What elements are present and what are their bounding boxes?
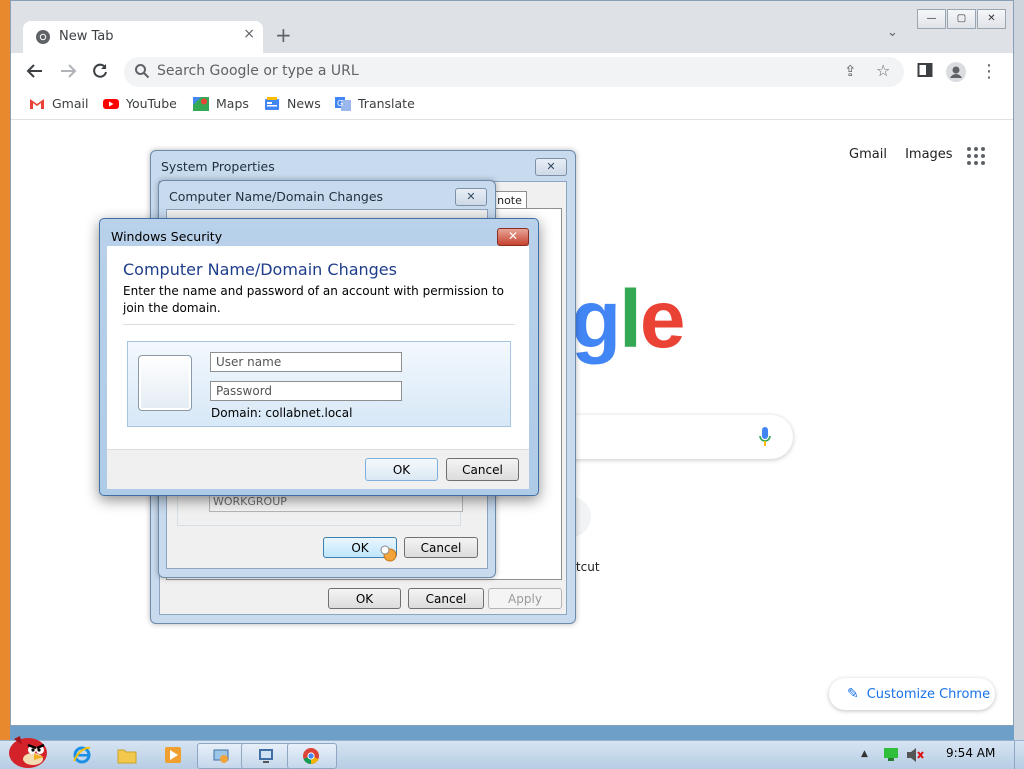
system-properties-ok-button[interactable]: OK — [328, 588, 401, 609]
ntp-header-links: Gmail Images — [849, 147, 967, 162]
search-icon — [135, 64, 150, 79]
bookmark-maps[interactable]: Maps — [193, 96, 249, 111]
customize-chrome-label: Customize Chrome — [866, 686, 991, 702]
taskbar: ▲ 9:54 AM — [0, 736, 1024, 769]
google-logo: gle — [571, 273, 686, 367]
divider — [123, 324, 515, 325]
omnibox-placeholder: Search Google or type a URL — [157, 63, 359, 79]
reload-icon[interactable] — [90, 62, 110, 82]
tab-search-icon[interactable]: ⌄ — [887, 25, 898, 40]
user-tile-icon — [138, 355, 192, 411]
windows-security-ok-button[interactable]: OK — [365, 458, 438, 481]
menu-kebab-icon[interactable]: ⋮ — [979, 62, 999, 82]
system-properties-cancel-button[interactable]: Cancel — [408, 588, 484, 609]
tab-new-tab[interactable]: New Tab × — [23, 21, 263, 53]
media-player-icon[interactable] — [164, 746, 182, 764]
tab-title: New Tab — [59, 29, 114, 44]
taskbar-windows-security[interactable] — [241, 743, 291, 769]
busy-cursor-icon — [380, 545, 397, 562]
tab-close-icon[interactable]: × — [243, 26, 255, 42]
back-arrow-icon[interactable] — [25, 62, 45, 82]
side-panel-icon[interactable] — [915, 62, 935, 82]
taskbar-clock[interactable]: 9:54 AM — [946, 746, 995, 760]
maximize-button[interactable]: ▢ — [947, 9, 976, 29]
tab-strip: New Tab × + ⌄ — ▢ ✕ — [11, 1, 1013, 53]
windows-security-close-button[interactable]: ✕ — [497, 228, 529, 246]
gmail-icon — [30, 98, 44, 109]
bookmark-label: Maps — [216, 96, 249, 111]
ntp-search-box[interactable] — [571, 415, 793, 459]
file-explorer-icon[interactable] — [117, 746, 137, 764]
system-properties-title: System Properties — [161, 159, 275, 174]
taskbar-system-properties[interactable] — [197, 743, 247, 769]
chrome-taskbar-icon — [303, 748, 319, 765]
name-changes-cancel-button[interactable]: Cancel — [404, 537, 478, 558]
monitor-icon — [259, 749, 273, 763]
bookmark-label: YouTube — [126, 96, 177, 111]
windows-security-cancel-button[interactable]: Cancel — [446, 458, 519, 481]
minimize-button[interactable]: — — [917, 9, 946, 29]
new-tab-button[interactable]: + — [275, 23, 292, 47]
profile-avatar-icon[interactable] — [946, 62, 966, 82]
system-properties-close-icon[interactable]: ✕ — [535, 158, 567, 176]
bookmark-label: Translate — [358, 96, 415, 111]
angry-bird-start-icon[interactable] — [4, 729, 50, 769]
images-link[interactable]: Images — [905, 147, 953, 162]
omnibox[interactable]: Search Google or type a URL ⇪ ☆ — [124, 57, 904, 87]
windows-security-dialog: Windows Security ✕ Computer Name/Domain … — [99, 218, 539, 496]
windows-security-body: Computer Name/Domain Changes Enter the n… — [107, 246, 529, 449]
share-icon[interactable]: ⇪ — [844, 62, 857, 80]
system-properties-icon — [213, 749, 229, 763]
customize-chrome-button[interactable]: ✎ Customize Chrome — [829, 678, 995, 710]
taskbar-chrome[interactable] — [287, 743, 337, 769]
forward-arrow-icon[interactable] — [58, 62, 78, 82]
microphone-icon[interactable] — [759, 427, 771, 447]
credential-tile: Domain: collabnet.local — [127, 341, 511, 427]
show-hidden-icons-icon[interactable]: ▲ — [861, 749, 868, 759]
bookmark-translate[interactable]: G Translate — [335, 96, 415, 111]
dialog-description: Enter the name and password of an accoun… — [123, 284, 504, 315]
chrome-icon — [36, 30, 50, 44]
internet-explorer-icon[interactable] — [72, 745, 92, 765]
system-properties-apply-button[interactable]: Apply — [488, 588, 562, 609]
pencil-icon: ✎ — [847, 686, 859, 702]
password-input[interactable] — [210, 381, 402, 401]
close-window-button[interactable]: ✕ — [977, 9, 1006, 29]
youtube-icon — [103, 98, 119, 109]
network-icon[interactable] — [884, 748, 898, 761]
bookmark-label: News — [287, 96, 321, 111]
logo-letter-g: g — [571, 274, 621, 365]
dialog-footer: OK Cancel — [107, 449, 529, 489]
browser-toolbar: Search Google or type a URL ⇪ ☆ ⋮ — [11, 53, 1013, 91]
desktop-background-right — [1014, 0, 1024, 740]
bookmarks-bar: Gmail YouTube Maps News G Translate — [11, 91, 1013, 120]
bookmark-star-icon[interactable]: ☆ — [876, 61, 890, 80]
show-desktop-button[interactable] — [1014, 741, 1024, 769]
name-changes-close-icon[interactable]: ✕ — [455, 188, 487, 206]
desktop-background-left — [0, 0, 10, 740]
dialog-heading: Computer Name/Domain Changes — [123, 260, 397, 279]
bookmark-youtube[interactable]: YouTube — [103, 96, 177, 111]
bookmark-label: Gmail — [52, 96, 89, 111]
svg-text:G: G — [337, 99, 343, 108]
news-icon — [265, 96, 279, 110]
logo-letter-l: l — [619, 274, 642, 365]
windows-security-title: Windows Security — [111, 229, 223, 244]
maps-icon — [193, 96, 209, 111]
translate-icon: G — [335, 96, 351, 111]
bookmark-gmail[interactable]: Gmail — [29, 96, 88, 111]
volume-muted-icon[interactable] — [906, 747, 924, 763]
gmail-link[interactable]: Gmail — [849, 147, 887, 162]
domain-label: Domain: collabnet.local — [211, 406, 353, 420]
bookmark-news[interactable]: News — [264, 96, 321, 111]
name-changes-title: Computer Name/Domain Changes — [169, 189, 384, 204]
google-apps-icon[interactable] — [967, 147, 985, 165]
window-controls: — ▢ ✕ — [917, 9, 1007, 29]
username-input[interactable] — [210, 352, 402, 372]
logo-letter-e: e — [639, 274, 686, 365]
